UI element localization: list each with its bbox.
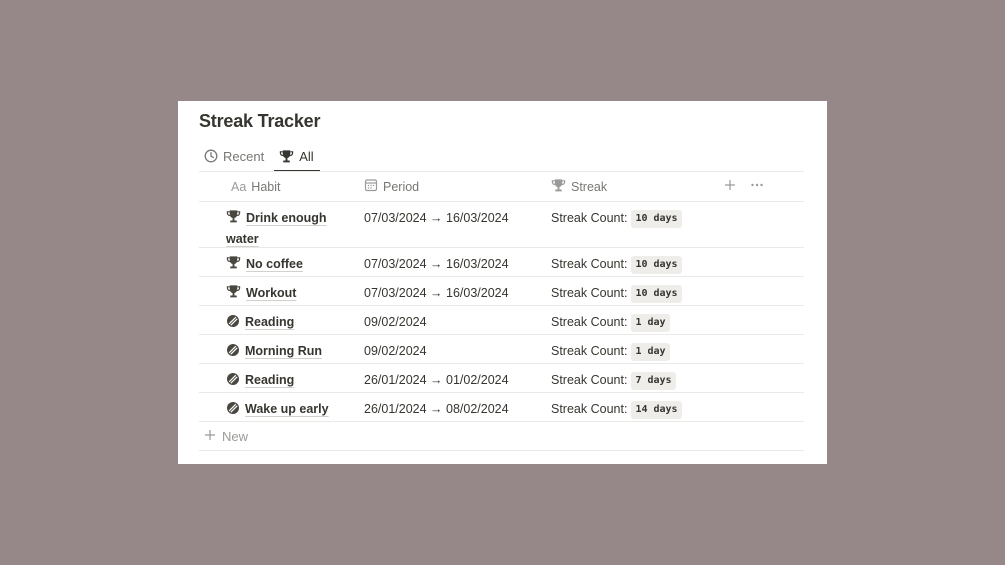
table-row[interactable]: Reading 09/02/2024 Streak Count: 1 day (199, 306, 804, 335)
broken-circle-icon (226, 314, 240, 334)
new-row-button[interactable]: New (199, 422, 804, 451)
streak-label: Streak Count: (551, 315, 628, 329)
streak-label: Streak Count: (551, 286, 628, 300)
streak-cell[interactable]: Streak Count: 1 day (549, 335, 724, 361)
period-cell[interactable]: 26/01/2024 → 01/02/2024 (361, 364, 549, 390)
broken-circle-icon (226, 343, 240, 363)
streak-badge: 7 days (631, 371, 676, 390)
tab-all[interactable]: All (274, 142, 321, 172)
streak-badge: 1 day (631, 313, 670, 332)
habit-cell[interactable]: Reading (199, 364, 361, 392)
trophy-icon (226, 255, 241, 276)
table-body: Drink enough water 07/03/2024 → 16/03/20… (199, 202, 804, 422)
streak-label: Streak Count: (551, 373, 628, 387)
column-label: Habit (251, 179, 281, 194)
streak-cell[interactable]: Streak Count: 10 days (549, 202, 724, 228)
column-header-streak[interactable]: Streak (549, 178, 724, 196)
period-cell[interactable]: 07/03/2024 → 16/03/2024 (361, 248, 549, 274)
streak-label: Streak Count: (551, 257, 628, 271)
streak-cell[interactable]: Streak Count: 1 day (549, 306, 724, 332)
period-cell[interactable]: 07/03/2024 → 16/03/2024 (361, 277, 549, 303)
streak-badge: 10 days (631, 284, 682, 303)
column-label: Period (383, 179, 420, 194)
calendar-icon (364, 178, 378, 195)
add-property-button[interactable] (724, 179, 736, 194)
plus-icon (204, 429, 216, 444)
table-row[interactable]: Wake up early 26/01/2024 → 08/02/2024 St… (199, 393, 804, 422)
period-cell[interactable]: 09/02/2024 (361, 306, 549, 332)
habit-link[interactable]: No coffee (246, 257, 303, 271)
habit-table: Aa Habit Period Streak Drink enough wate… (199, 171, 804, 451)
streak-label: Streak Count: (551, 344, 628, 358)
tab-recent[interactable]: Recent (199, 142, 270, 170)
period-cell[interactable]: 07/03/2024 → 16/03/2024 (361, 202, 549, 228)
trophy-icon (226, 284, 241, 305)
column-header-period[interactable]: Period (361, 178, 549, 195)
streak-label: Streak Count: (551, 402, 628, 416)
habit-link[interactable]: Reading (245, 315, 294, 329)
view-tabs: Recent All (199, 142, 321, 172)
streak-badge: 10 days (631, 255, 682, 274)
column-label: Streak (571, 179, 608, 194)
streak-label: Streak Count: (551, 211, 628, 225)
column-header-habit[interactable]: Aa Habit (199, 180, 361, 194)
habit-link[interactable]: Reading (245, 373, 294, 387)
database-title[interactable]: Streak Tracker (199, 111, 320, 132)
clock-icon (204, 149, 218, 163)
habit-cell[interactable]: Reading (199, 306, 361, 334)
table-row[interactable]: Drink enough water 07/03/2024 → 16/03/20… (199, 202, 804, 248)
period-cell[interactable]: 09/02/2024 (361, 335, 549, 361)
table-header: Aa Habit Period Streak (199, 171, 804, 202)
tab-label: All (299, 148, 314, 164)
text-property-icon: Aa (231, 179, 247, 194)
broken-circle-icon (226, 372, 240, 392)
habit-cell[interactable]: Wake up early (199, 393, 361, 421)
habit-cell[interactable]: Workout (199, 277, 361, 305)
ellipsis-icon (751, 183, 763, 187)
streak-cell[interactable]: Streak Count: 10 days (549, 248, 724, 274)
streak-badge: 1 day (631, 342, 670, 361)
streak-cell[interactable]: Streak Count: 14 days (549, 393, 724, 419)
header-actions (724, 179, 764, 194)
trophy-icon (226, 209, 241, 230)
table-row[interactable]: Workout 07/03/2024 → 16/03/2024 Streak C… (199, 277, 804, 306)
period-cell[interactable]: 26/01/2024 → 08/02/2024 (361, 393, 549, 419)
habit-link[interactable]: Wake up early (245, 402, 329, 416)
more-options-button[interactable] (750, 179, 764, 194)
habit-link[interactable]: Morning Run (245, 344, 322, 358)
trophy-icon (551, 178, 566, 196)
habit-link[interactable]: Drink enough water (226, 211, 327, 246)
habit-cell[interactable]: Morning Run (199, 335, 361, 363)
table-row[interactable]: No coffee 07/03/2024 → 16/03/2024 Streak… (199, 248, 804, 277)
trophy-icon (279, 149, 294, 164)
tab-label: Recent (223, 148, 265, 164)
table-row[interactable]: Morning Run 09/02/2024 Streak Count: 1 d… (199, 335, 804, 364)
streak-cell[interactable]: Streak Count: 7 days (549, 364, 724, 390)
new-label: New (222, 428, 249, 444)
streak-badge: 14 days (631, 400, 682, 419)
database-panel: Streak Tracker Recent All Aa Habit Perio… (178, 101, 827, 464)
habit-cell[interactable]: Drink enough water (199, 202, 361, 249)
habit-link[interactable]: Workout (246, 286, 296, 300)
habit-cell[interactable]: No coffee (199, 248, 361, 276)
streak-cell[interactable]: Streak Count: 10 days (549, 277, 724, 303)
broken-circle-icon (226, 401, 240, 421)
plus-icon (725, 180, 735, 190)
streak-badge: 10 days (631, 209, 682, 228)
table-row[interactable]: Reading 26/01/2024 → 01/02/2024 Streak C… (199, 364, 804, 393)
